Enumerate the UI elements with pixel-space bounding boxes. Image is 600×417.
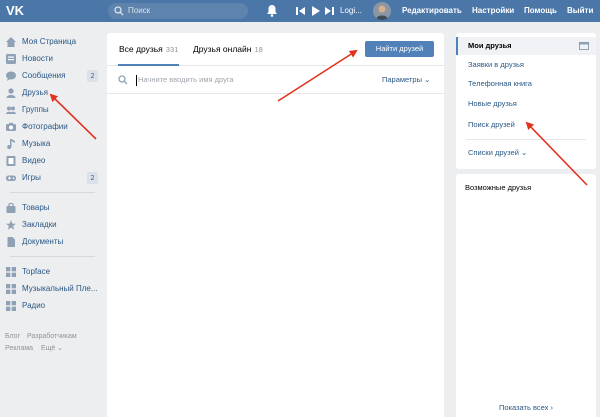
gamepad-icon <box>6 175 16 181</box>
tab-friends-online[interactable]: Друзья онлайн 18 <box>193 43 263 56</box>
friends-menu: Мои друзья Заявки в друзья Телефонная кн… <box>456 33 596 169</box>
online-friends-count: 18 <box>254 45 263 54</box>
find-friends-button[interactable]: Найти друзей <box>365 41 434 57</box>
news-icon <box>6 54 16 64</box>
group-icon <box>6 106 16 114</box>
message-icon <box>6 71 16 81</box>
panel-toggle-icon[interactable] <box>579 42 589 50</box>
games-count-badge: 2 <box>87 172 98 184</box>
menu-item-friend-requests[interactable]: Заявки в друзья <box>456 56 596 74</box>
text-caret <box>136 75 137 86</box>
sidebar-item-music[interactable]: Музыка <box>5 136 100 152</box>
tab-all-friends[interactable]: Все друзья 331 <box>117 43 180 66</box>
sidebar-item-documents[interactable]: Документы <box>5 234 100 250</box>
star-icon <box>6 220 16 230</box>
sidebar-item-messages[interactable]: Сообщения 2 <box>5 68 100 84</box>
search-icon <box>118 75 128 85</box>
friends-tabs: Все друзья 331 Друзья онлайн 18 Найти друз… <box>107 33 444 66</box>
chevron-down-icon[interactable]: ⌄ <box>57 344 63 354</box>
menu-divider <box>466 139 586 140</box>
search-placeholder: Поиск <box>128 6 151 15</box>
search-icon <box>114 6 124 16</box>
login-label[interactable]: Logi... <box>340 5 362 17</box>
home-icon <box>6 37 16 47</box>
search-input[interactable]: Поиск <box>108 3 248 19</box>
show-all-link[interactable]: Показать всех › <box>456 402 596 414</box>
menu-item-new-friends[interactable]: Новые друзья <box>456 95 596 113</box>
possible-friends-panel: Возможные друзья Показать всех › <box>456 174 596 417</box>
help-link[interactable]: Помощь <box>524 5 557 17</box>
parameters-toggle[interactable]: Параметры ⌄ <box>382 74 430 86</box>
document-icon <box>7 237 15 247</box>
camera-icon <box>6 122 16 131</box>
sidebar-item-bookmarks[interactable]: Закладки <box>5 217 100 233</box>
music-icon <box>7 139 15 149</box>
app-icon <box>6 284 16 294</box>
user-icon <box>6 88 16 98</box>
sidebar-item-news[interactable]: Новости <box>5 51 100 67</box>
all-friends-count: 331 <box>165 45 179 54</box>
friend-search-input[interactable]: Начните вводить имя друга <box>138 74 234 86</box>
menu-item-my-friends[interactable]: Мои друзья <box>456 37 596 55</box>
menu-item-find-friends[interactable]: Поиск друзей <box>456 116 596 134</box>
sidebar-item-photos[interactable]: Фотографии <box>5 119 100 135</box>
chevron-down-icon: ⌄ <box>521 148 528 157</box>
sidebar-divider <box>10 256 95 257</box>
menu-item-friend-lists[interactable]: Списки друзей ⌄ <box>456 144 596 162</box>
sidebar-item-friends[interactable]: Друзья <box>5 85 100 101</box>
app-icon <box>6 267 16 277</box>
bag-icon <box>6 203 16 213</box>
settings-link[interactable]: Настройки <box>472 5 514 17</box>
video-icon <box>6 156 16 166</box>
friend-search-row: Начните вводить имя друга Параметры ⌄ <box>107 67 444 94</box>
footer-link-ads[interactable]: Реклама <box>5 344 33 354</box>
sidebar-divider <box>10 192 95 193</box>
footer-link-blog[interactable]: Блог <box>5 332 20 342</box>
footer-link-more[interactable]: Ещё <box>41 344 55 354</box>
friends-panel: Все друзья 331 Друзья онлайн 18 Найти друз… <box>107 33 444 417</box>
play-icon[interactable] <box>311 6 320 16</box>
sidebar-item-video[interactable]: Видео <box>5 153 100 169</box>
bell-icon[interactable] <box>266 4 278 17</box>
sidebar-item-radio[interactable]: Радио <box>5 298 100 314</box>
sidebar-item-my-page[interactable]: Моя Страница <box>5 34 100 50</box>
sidebar-item-topface[interactable]: Topface <box>5 264 100 280</box>
edit-link[interactable]: Редактировать <box>402 5 462 17</box>
avatar[interactable] <box>373 2 391 20</box>
previous-track-icon[interactable] <box>296 6 306 16</box>
chevron-down-icon: ⌄ <box>424 75 431 84</box>
footer-link-developers[interactable]: Разработчикам <box>27 332 77 342</box>
sidebar-item-groups[interactable]: Группы <box>5 102 100 118</box>
sidebar-item-market[interactable]: Товары <box>5 200 100 216</box>
vk-logo[interactable]: VK <box>6 3 26 19</box>
logout-link[interactable]: Выйти <box>567 5 593 17</box>
sidebar-item-music-player[interactable]: Музыкальный Пле... <box>5 281 100 297</box>
top-bar: VK Поиск Logi... Редактировать Настройки… <box>0 0 600 22</box>
app-icon <box>6 301 16 311</box>
messages-count-badge: 2 <box>87 70 98 82</box>
menu-item-phone-book[interactable]: Телефонная книга <box>456 75 596 93</box>
next-track-icon[interactable] <box>324 6 334 16</box>
sidebar-item-games[interactable]: Игры 2 <box>5 170 100 186</box>
possible-friends-title: Возможные друзья <box>465 183 532 192</box>
